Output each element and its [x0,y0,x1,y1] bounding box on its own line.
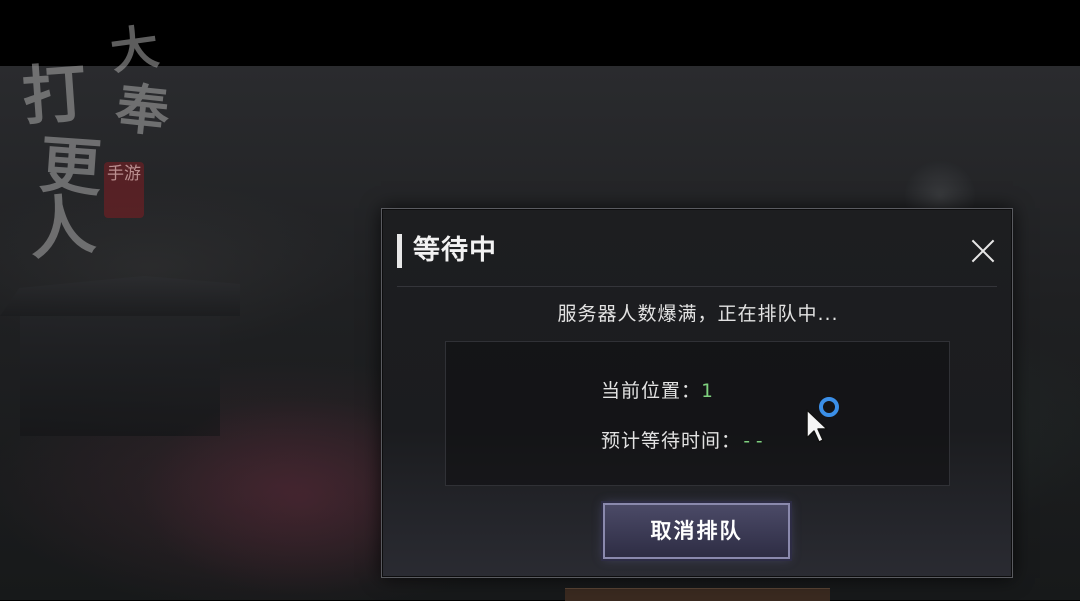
queue-dialog: 等待中 服务器人数爆满，正在排队中... 当前位置：1 预计等待时间：-- 取消… [381,208,1013,578]
bottom-tab [565,588,830,601]
dialog-title: 等待中 [413,235,497,266]
building-roof [0,276,240,316]
wait-time-row: 预计等待时间：-- [601,426,766,453]
logo-seal: 手游 [104,162,144,218]
logo-seal-text: 手游 [107,164,141,184]
wait-time-label: 预计等待时间： [601,430,742,452]
cancel-queue-button[interactable]: 取消排队 [603,503,790,559]
queue-position-row: 当前位置：1 [601,376,713,403]
close-icon[interactable] [966,234,1000,268]
queue-info-box: 当前位置：1 预计等待时间：-- [445,341,950,486]
logo-char: 人 [24,184,99,270]
queue-position-value: 1 [701,380,714,402]
title-accent-bar [397,234,402,268]
title-divider [397,286,997,287]
mouse-cursor-icon [806,409,828,443]
wait-time-value: -- [741,430,766,452]
game-logo: 大 奉 打 更 人 手游 [18,4,178,269]
queue-message: 服务器人数爆满，正在排队中... [557,303,839,325]
queue-position-label: 当前位置： [601,380,702,402]
logo-char: 奉 [112,75,173,145]
